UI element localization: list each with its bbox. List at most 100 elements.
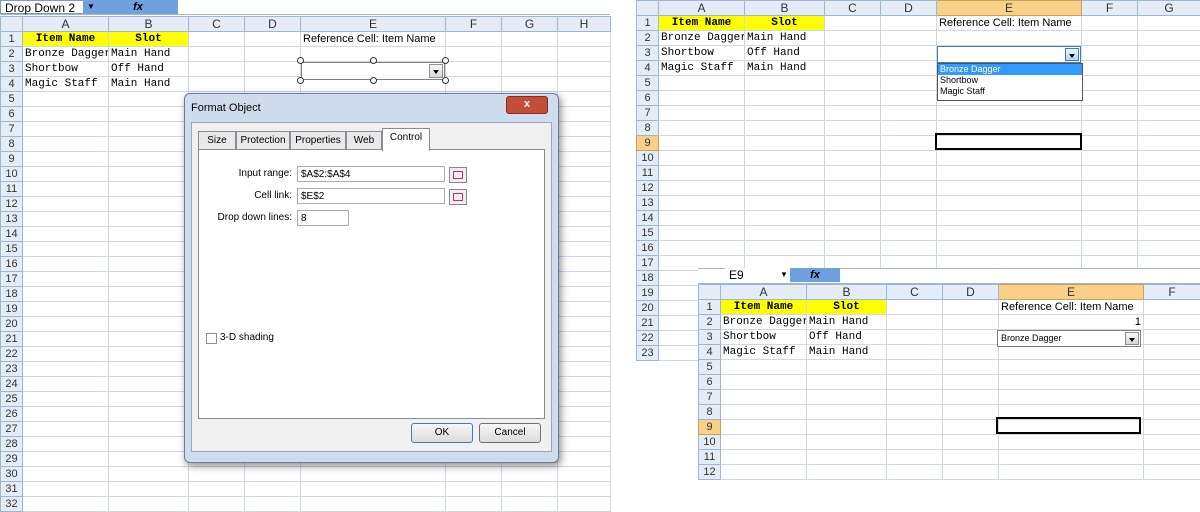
cell[interactable] bbox=[109, 422, 189, 437]
cell[interactable] bbox=[558, 437, 611, 452]
cell[interactable]: 1 bbox=[999, 315, 1144, 330]
cell[interactable] bbox=[502, 47, 558, 62]
tab-size[interactable]: Size bbox=[198, 131, 236, 150]
insert-function-icon[interactable]: fx bbox=[790, 268, 840, 282]
list-item[interactable]: Magic Staff bbox=[938, 86, 1082, 97]
cell[interactable] bbox=[825, 181, 881, 196]
insert-function-icon[interactable]: fx bbox=[98, 0, 178, 14]
cell[interactable] bbox=[937, 151, 1082, 166]
cell[interactable] bbox=[1082, 226, 1138, 241]
cell[interactable] bbox=[887, 330, 943, 345]
row-header[interactable]: 12 bbox=[699, 465, 721, 480]
ok-button[interactable]: OK bbox=[411, 423, 473, 443]
cell[interactable] bbox=[721, 390, 807, 405]
cell[interactable] bbox=[109, 407, 189, 422]
cell[interactable] bbox=[887, 420, 943, 435]
cell-link-field[interactable]: $E$2 bbox=[297, 188, 445, 204]
resize-handle[interactable] bbox=[442, 57, 449, 64]
row-header[interactable]: 16 bbox=[637, 241, 659, 256]
cell[interactable] bbox=[825, 196, 881, 211]
cell[interactable] bbox=[999, 450, 1144, 465]
cell[interactable] bbox=[558, 272, 611, 287]
cell[interactable] bbox=[558, 452, 611, 467]
row-header[interactable]: 21 bbox=[637, 316, 659, 331]
cell[interactable] bbox=[943, 315, 999, 330]
row-header[interactable]: 3 bbox=[637, 46, 659, 61]
cell[interactable] bbox=[245, 467, 301, 482]
cell[interactable]: Slot bbox=[109, 32, 189, 47]
cell[interactable]: Item Name bbox=[659, 16, 745, 31]
cell[interactable] bbox=[1138, 211, 1200, 226]
cancel-button[interactable]: Cancel bbox=[479, 423, 541, 443]
cell[interactable]: Bronze Dagger bbox=[23, 47, 109, 62]
cell[interactable] bbox=[23, 242, 109, 257]
row-header[interactable]: 1 bbox=[1, 32, 23, 47]
row-header[interactable]: 18 bbox=[637, 271, 659, 286]
row-header[interactable]: 22 bbox=[637, 331, 659, 346]
cell[interactable] bbox=[109, 152, 189, 167]
cell[interactable] bbox=[109, 362, 189, 377]
column-header[interactable]: C bbox=[887, 285, 943, 300]
row-header[interactable]: 8 bbox=[699, 405, 721, 420]
cell[interactable] bbox=[1138, 151, 1200, 166]
cell[interactable] bbox=[887, 435, 943, 450]
cell[interactable] bbox=[446, 482, 502, 497]
cell[interactable] bbox=[109, 392, 189, 407]
cell[interactable]: Off Hand bbox=[745, 46, 825, 61]
cell[interactable]: Shortbow bbox=[721, 330, 807, 345]
cell[interactable] bbox=[825, 76, 881, 91]
cell[interactable] bbox=[1138, 106, 1200, 121]
cell[interactable] bbox=[807, 375, 887, 390]
column-header[interactable]: E bbox=[301, 17, 446, 32]
resize-handle[interactable] bbox=[370, 77, 377, 84]
name-box-dropdown-icon[interactable]: ▼ bbox=[84, 0, 98, 14]
resize-handle[interactable] bbox=[297, 57, 304, 64]
cell[interactable] bbox=[558, 347, 611, 362]
column-header[interactable]: A bbox=[659, 1, 745, 16]
cell[interactable]: Magic Staff bbox=[23, 77, 109, 92]
cell[interactable] bbox=[23, 257, 109, 272]
cell[interactable] bbox=[745, 91, 825, 106]
cell[interactable] bbox=[745, 241, 825, 256]
cell[interactable] bbox=[1082, 166, 1138, 181]
cell[interactable] bbox=[659, 181, 745, 196]
cell[interactable] bbox=[1144, 435, 1200, 450]
cell[interactable] bbox=[937, 106, 1082, 121]
cell[interactable] bbox=[825, 211, 881, 226]
range-picker-icon[interactable] bbox=[449, 167, 467, 183]
cell[interactable] bbox=[825, 16, 881, 31]
row-header[interactable]: 19 bbox=[637, 286, 659, 301]
cell[interactable] bbox=[23, 317, 109, 332]
cell[interactable] bbox=[745, 226, 825, 241]
tab-protection[interactable]: Protection bbox=[236, 131, 290, 150]
row-header[interactable]: 13 bbox=[1, 212, 23, 227]
cell[interactable] bbox=[881, 91, 937, 106]
cell[interactable] bbox=[502, 467, 558, 482]
cell[interactable] bbox=[943, 435, 999, 450]
cell[interactable] bbox=[999, 360, 1144, 375]
cell[interactable] bbox=[245, 77, 301, 92]
cell[interactable] bbox=[109, 437, 189, 452]
cell[interactable] bbox=[937, 211, 1082, 226]
row-header[interactable]: 4 bbox=[699, 345, 721, 360]
cell[interactable] bbox=[1144, 405, 1200, 420]
cell[interactable] bbox=[301, 497, 446, 512]
cell[interactable] bbox=[1138, 91, 1200, 106]
cell[interactable] bbox=[807, 450, 887, 465]
cell[interactable] bbox=[659, 196, 745, 211]
cell[interactable]: Item Name bbox=[721, 300, 807, 315]
row-header[interactable]: 7 bbox=[1, 122, 23, 137]
cell[interactable] bbox=[1138, 61, 1200, 76]
cell[interactable] bbox=[23, 482, 109, 497]
cell[interactable] bbox=[999, 465, 1144, 480]
drop-down-lines-field[interactable]: 8 bbox=[297, 210, 349, 226]
cell[interactable] bbox=[1138, 241, 1200, 256]
row-header[interactable]: 28 bbox=[1, 437, 23, 452]
row-header[interactable]: 4 bbox=[1, 77, 23, 92]
cell[interactable] bbox=[807, 405, 887, 420]
cell[interactable] bbox=[937, 31, 1082, 46]
row-header[interactable]: 20 bbox=[1, 317, 23, 332]
cell[interactable]: Off Hand bbox=[807, 330, 887, 345]
cell[interactable] bbox=[558, 182, 611, 197]
row-header[interactable]: 9 bbox=[637, 136, 659, 151]
